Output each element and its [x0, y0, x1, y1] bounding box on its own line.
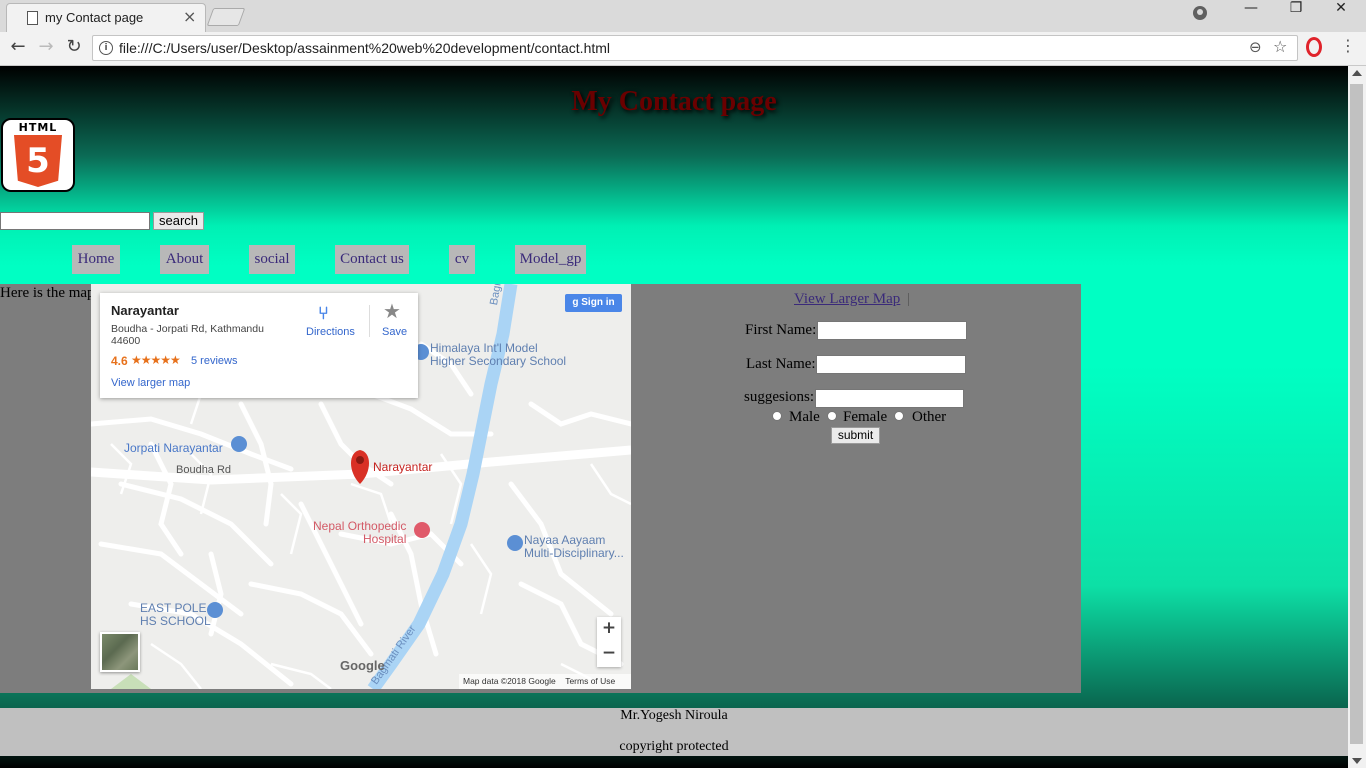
tab-contact-page[interactable]: my Contact page ×: [6, 3, 206, 33]
scroll-thumb[interactable]: [1350, 84, 1363, 744]
google-g-icon: g: [572, 297, 582, 308]
url-text[interactable]: file:///C:/Users/user/Desktop/assainment…: [119, 40, 610, 56]
zoom-icon[interactable]: ⊖: [1249, 38, 1262, 56]
satellite-toggle[interactable]: [100, 632, 140, 672]
radio-other-label: Other: [912, 409, 947, 425]
forward-button[interactable]: →: [33, 36, 59, 62]
first-name-label: First Name:: [745, 322, 817, 338]
profile-icon[interactable]: [1193, 6, 1207, 20]
page-viewport: My Contact page HTML 5 search Home About…: [0, 66, 1348, 768]
map-label-eastpole: EAST POLE HS SCHOOL: [140, 601, 211, 628]
terms-link[interactable]: Terms of Use: [565, 676, 615, 686]
submit-button[interactable]: submit: [831, 427, 880, 444]
scroll-up-arrow-icon[interactable]: [1352, 70, 1362, 76]
google-logo: Google: [340, 658, 385, 673]
html5-shield-icon: 5: [14, 135, 62, 187]
radio-male[interactable]: [772, 411, 782, 421]
info-icon[interactable]: i: [99, 41, 113, 55]
radio-other[interactable]: [894, 411, 904, 421]
place-info-card: Narayantar Boudha - Jorpati Rd, Kathmand…: [100, 293, 418, 398]
embedded-google-map[interactable]: Narayantar Boudha - Jorpati Rd, Kathmand…: [91, 284, 631, 689]
sign-in-label: Sign in: [581, 297, 615, 308]
directions-icon[interactable]: ⑂: [318, 303, 329, 324]
link-separator: |: [907, 291, 911, 307]
content-section: Here is the map Narayantar Boudha - Jorp…: [0, 284, 1081, 693]
nav-cv[interactable]: cv: [449, 245, 475, 274]
search-input[interactable]: [0, 212, 150, 230]
nav-model-gp[interactable]: Model_gp: [515, 245, 586, 274]
save-star-icon[interactable]: ★: [383, 299, 401, 323]
google-sign-in-button[interactable]: g Sign in: [565, 294, 622, 312]
map-label-jorpati: Jorpati Narayantar: [124, 441, 223, 455]
nav-social[interactable]: social: [249, 245, 295, 274]
map-data-text: Map data ©2018 Google: [463, 676, 556, 686]
restore-button[interactable]: ❐: [1273, 0, 1319, 30]
opera-icon[interactable]: [1306, 37, 1322, 57]
minimize-button[interactable]: —: [1228, 0, 1274, 30]
tab-title: my Contact page: [45, 10, 144, 25]
zoom-out-button[interactable]: −: [597, 643, 621, 663]
address-bar[interactable]: i file:///C:/Users/user/Desktop/assainme…: [92, 35, 1298, 61]
card-divider: [369, 305, 370, 337]
map-label-nayaa: Nayaa Aayaam Multi-Disciplinary...: [524, 533, 624, 560]
zoom-in-button[interactable]: +: [597, 618, 621, 638]
map-label-school: Himalaya Int'l Model Higher Secondary Sch…: [430, 341, 567, 368]
rating-stars-icon: ★★★★★: [131, 353, 181, 367]
back-button[interactable]: ←: [5, 36, 31, 62]
map-attribution: Map data ©2018 Google Terms of Use: [459, 674, 631, 689]
radio-female-label: Female: [843, 409, 888, 425]
page-title: My Contact page: [571, 86, 777, 117]
place-name: Narayantar: [111, 303, 179, 318]
save-button[interactable]: Save: [382, 326, 407, 338]
directions-button[interactable]: Directions: [306, 326, 355, 338]
map-label-hospital: Nepal Orthopedic Hospital: [313, 519, 407, 546]
footer-author: Mr.Yogesh Niroula: [620, 708, 728, 723]
map-label-boudha-rd: Boudha Rd: [176, 464, 232, 476]
suggestions-label: suggesions:: [744, 389, 815, 405]
last-name-label: Last Name:: [746, 356, 816, 372]
first-name-input[interactable]: [817, 321, 967, 340]
view-larger-map-link-card[interactable]: View larger map: [111, 377, 190, 389]
close-window-button[interactable]: ✕: [1318, 0, 1364, 30]
bookmark-star-icon[interactable]: ☆: [1273, 37, 1287, 56]
tab-strip: my Contact page × — ❐ ✕: [0, 0, 1366, 33]
logo-digit: 5: [26, 141, 50, 181]
new-tab-button[interactable]: [206, 8, 246, 26]
scroll-down-arrow-icon[interactable]: [1352, 758, 1362, 764]
toolbar: ← → ↻ i file:///C:/Users/user/Desktop/as…: [0, 32, 1366, 66]
map-zoom-control: + −: [597, 617, 621, 667]
place-address: Boudha - Jorpati Rd, Kathmandu 44600: [111, 323, 264, 347]
radio-male-label: Male: [789, 409, 820, 425]
last-name-input[interactable]: [816, 355, 966, 374]
nav-home[interactable]: Home: [72, 245, 120, 274]
nav-contact-us[interactable]: Contact us: [335, 245, 409, 274]
reviews-link[interactable]: 5 reviews: [191, 355, 237, 367]
suggestions-input[interactable]: [815, 389, 964, 408]
logo-label: HTML: [18, 121, 58, 134]
place-rating: 4.6: [111, 354, 128, 368]
footer-copyright: copyright protected: [619, 739, 729, 754]
browser-chrome: my Contact page × — ❐ ✕ ← → ↻ i file:///…: [0, 0, 1366, 66]
map-caption: Here is the map: [0, 285, 95, 301]
page-scrollbar[interactable]: [1348, 66, 1366, 768]
page-icon: [27, 11, 38, 25]
html5-logo: HTML 5: [1, 118, 75, 192]
map-label-pin: Narayantar: [373, 460, 433, 474]
search-button[interactable]: search: [153, 212, 204, 230]
view-larger-map-link[interactable]: View Larger Map: [794, 291, 900, 308]
footer: Mr.Yogesh Niroula copyright protected: [0, 708, 1348, 756]
nav-about[interactable]: About: [160, 245, 209, 274]
contact-form: View Larger Map | First Name: Last Name:…: [631, 284, 1081, 693]
menu-icon[interactable]: ⋮: [1340, 36, 1356, 55]
close-tab-icon[interactable]: ×: [183, 9, 196, 25]
reload-button[interactable]: ↻: [61, 36, 87, 62]
radio-female[interactable]: [827, 411, 837, 421]
